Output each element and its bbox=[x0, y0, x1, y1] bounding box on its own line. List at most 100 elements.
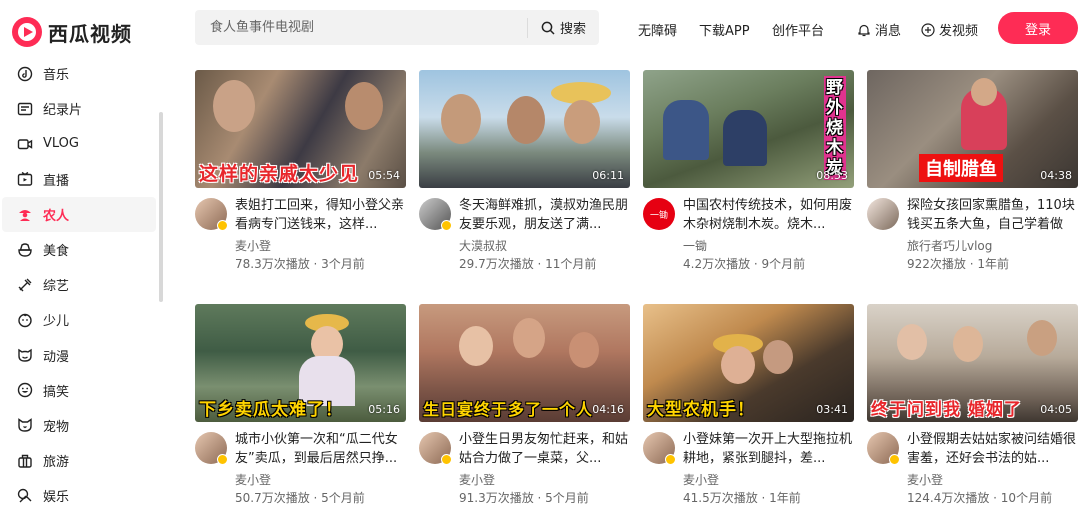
person-head bbox=[721, 346, 755, 384]
sidebar-scrollbar[interactable] bbox=[159, 112, 163, 302]
video-duration: 04:38 bbox=[1040, 169, 1072, 182]
video-stats: 4.2万次播放 · 9个月前 bbox=[683, 257, 806, 271]
video-title[interactable]: 城市小伙第一次和“瓜二代女友”卖瓜，到最后居然只挣... bbox=[235, 430, 406, 468]
person-figure bbox=[723, 110, 767, 166]
sidebar-item-vlog[interactable]: VLOG bbox=[2, 126, 156, 161]
person-figure bbox=[507, 96, 545, 144]
accessibility-link[interactable]: 无障碍 bbox=[638, 20, 677, 39]
person-head bbox=[1027, 320, 1057, 356]
sidebar-item-kids[interactable]: 少儿 bbox=[2, 302, 156, 337]
person-head bbox=[513, 318, 545, 358]
video-thumbnail[interactable]: 野外烧木炭 08:53 bbox=[643, 70, 854, 188]
sidebar-item-variety[interactable]: 综艺 bbox=[2, 267, 156, 302]
person-head bbox=[897, 324, 927, 360]
video-card[interactable]: 06:11 冬天海鲜难抓，漠叔劝渔民朋友要乐观，朋友送了满... 大漠叔叔 29… bbox=[419, 70, 630, 275]
person-head bbox=[569, 332, 599, 368]
person-figure bbox=[213, 80, 255, 132]
video-title[interactable]: 表姐打工回来，得知小登父亲看病专门送钱来，这样... bbox=[235, 196, 406, 234]
video-title[interactable]: 探险女孩回家熏腊鱼，110块钱买五条大鱼，自己学着做 bbox=[907, 196, 1078, 234]
avatar[interactable] bbox=[867, 198, 899, 230]
video-duration: 05:54 bbox=[368, 169, 400, 182]
sidebar-item-label: 音乐 bbox=[43, 68, 70, 84]
video-author[interactable]: 麦小登 bbox=[683, 471, 719, 488]
verified-badge-icon bbox=[217, 220, 228, 231]
app-logo[interactable]: 西瓜视频 bbox=[10, 14, 132, 50]
video-author[interactable]: 旅行者巧儿vlog bbox=[907, 237, 992, 254]
video-stats: 29.7万次播放 · 11个月前 bbox=[459, 257, 597, 271]
person-head bbox=[763, 340, 793, 374]
sidebar-item-live[interactable]: 直播 bbox=[2, 162, 156, 197]
vlog-icon bbox=[16, 135, 34, 153]
video-card[interactable]: 自制腊鱼 04:38 探险女孩回家熏腊鱼，110块钱买五条大鱼，自己学着做 旅行… bbox=[867, 70, 1078, 275]
verified-badge-icon bbox=[441, 220, 452, 231]
video-thumbnail[interactable]: 这样的亲戚太少见 05:54 bbox=[195, 70, 406, 188]
video-thumbnail[interactable]: 生日宴终于多了一个人 04:16 bbox=[419, 304, 630, 422]
verified-badge-icon bbox=[217, 454, 228, 465]
funny-icon bbox=[16, 381, 34, 399]
video-title[interactable]: 小登假期去姑姑家被问结婚很害羞，还好会书法的姑... bbox=[907, 430, 1078, 468]
sidebar-item-label: 综艺 bbox=[43, 279, 70, 295]
video-thumbnail[interactable]: 大型农机手！ 03:41 bbox=[643, 304, 854, 422]
sidebar-item-farmer[interactable]: 农人 bbox=[2, 196, 156, 232]
video-author[interactable]: 大漠叔叔 bbox=[459, 237, 507, 254]
sidebar-item-funny[interactable]: 搞笑 bbox=[2, 373, 156, 408]
sidebar-item-food[interactable]: 美食 bbox=[2, 232, 156, 267]
variety-icon bbox=[16, 276, 34, 294]
video-stats: 41.5万次播放 · 1年前 bbox=[683, 491, 801, 505]
sidebar-item-label: 宠物 bbox=[43, 419, 70, 435]
sidebar-item-entertainment[interactable]: 娱乐 bbox=[2, 478, 156, 513]
sidebar: 音乐 纪录片 VLOG 直播 农人 美食 综艺 少儿 动漫 搞笑 宠物 旅游 娱… bbox=[0, 56, 166, 514]
video-card[interactable]: 生日宴终于多了一个人 04:16 小登生日男友匆忙赶来，和姑姑合力做了一桌菜，父… bbox=[419, 304, 630, 509]
sidebar-item-pet[interactable]: 宠物 bbox=[2, 408, 156, 443]
video-author[interactable]: 麦小登 bbox=[235, 471, 271, 488]
video-title[interactable]: 小登生日男友匆忙赶来，和姑姑合力做了一桌菜，父... bbox=[459, 430, 630, 468]
video-author[interactable]: 麦小登 bbox=[907, 471, 943, 488]
plus-circle-icon bbox=[921, 22, 935, 37]
verified-badge-icon bbox=[889, 454, 900, 465]
documentary-icon bbox=[16, 100, 34, 118]
sidebar-item-documentary[interactable]: 纪录片 bbox=[2, 91, 156, 126]
sidebar-item-music[interactable]: 音乐 bbox=[2, 56, 156, 91]
app-name: 西瓜视频 bbox=[48, 21, 132, 46]
video-card[interactable]: 这样的亲戚太少见 05:54 表姐打工回来，得知小登父亲看病专门送钱来，这样..… bbox=[195, 70, 406, 275]
video-author[interactable]: 一锄 bbox=[683, 237, 707, 254]
upload-video-button[interactable]: 发视频 bbox=[921, 20, 978, 39]
sidebar-item-label: 直播 bbox=[43, 173, 70, 189]
video-stats: 50.7万次播放 · 5个月前 bbox=[235, 491, 365, 505]
video-card[interactable]: 野外烧木炭 08:53 一锄 中国农村传统技术，如何用废木杂树烧制木炭。烧木..… bbox=[643, 70, 854, 275]
messages-label: 消息 bbox=[875, 24, 902, 39]
live-icon bbox=[16, 170, 34, 188]
video-title[interactable]: 冬天海鲜难抓，漠叔劝渔民朋友要乐观，朋友送了满... bbox=[459, 196, 630, 234]
video-card[interactable]: 终于问到我 婚姻了 04:05 小登假期去姑姑家被问结婚很害羞，还好会书法的姑.… bbox=[867, 304, 1078, 509]
video-title[interactable]: 中国农村传统技术，如何用废木杂树烧制木炭。烧木... bbox=[683, 196, 854, 234]
video-author[interactable]: 麦小登 bbox=[235, 237, 271, 254]
search-button[interactable]: 搜索 bbox=[528, 10, 586, 45]
video-thumbnail[interactable]: 自制腊鱼 04:38 bbox=[867, 70, 1078, 188]
anime-icon bbox=[16, 346, 34, 364]
video-author[interactable]: 麦小登 bbox=[459, 471, 495, 488]
messages-button[interactable]: 消息 bbox=[857, 20, 901, 39]
entertainment-icon bbox=[16, 487, 34, 505]
download-app-link[interactable]: 下载APP bbox=[699, 20, 750, 39]
sidebar-item-anime[interactable]: 动漫 bbox=[2, 338, 156, 373]
search-button-label: 搜索 bbox=[560, 22, 587, 37]
video-stats: 922次播放 · 1年前 bbox=[907, 257, 1009, 271]
video-stats: 124.4万次播放 · 10个月前 bbox=[907, 491, 1053, 505]
creator-platform-link[interactable]: 创作平台 bbox=[772, 20, 824, 39]
video-card[interactable]: 大型农机手！ 03:41 小登妹第一次开上大型拖拉机耕地，紧张到腿抖，差... … bbox=[643, 304, 854, 509]
avatar[interactable]: 一锄 bbox=[643, 198, 675, 230]
thumbnail-caption: 下乡卖瓜太难了！ bbox=[199, 400, 343, 420]
thumbnail-caption: 大型农机手！ bbox=[647, 400, 755, 420]
search-input[interactable] bbox=[195, 10, 527, 45]
video-thumbnail[interactable]: 06:11 bbox=[419, 70, 630, 188]
video-thumbnail[interactable]: 终于问到我 婚姻了 04:05 bbox=[867, 304, 1078, 422]
food-icon bbox=[16, 241, 34, 259]
farmer-icon bbox=[16, 205, 34, 223]
sidebar-item-label: VLOG bbox=[43, 136, 79, 152]
video-thumbnail[interactable]: 下乡卖瓜太难了！ 05:16 bbox=[195, 304, 406, 422]
sidebar-item-travel[interactable]: 旅游 bbox=[2, 443, 156, 478]
login-button[interactable]: 登录 bbox=[998, 12, 1078, 44]
video-title[interactable]: 小登妹第一次开上大型拖拉机耕地，紧张到腿抖，差... bbox=[683, 430, 854, 468]
sidebar-item-label: 动漫 bbox=[43, 349, 70, 365]
video-card[interactable]: 下乡卖瓜太难了！ 05:16 城市小伙第一次和“瓜二代女友”卖瓜，到最后居然只挣… bbox=[195, 304, 406, 509]
